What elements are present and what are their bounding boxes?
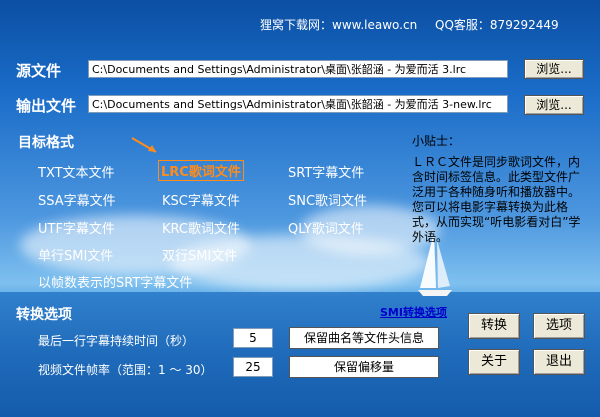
format-srt[interactable]: SRT字幕文件 — [288, 162, 364, 181]
source-file-label: 源文件 — [16, 62, 62, 80]
format-utf[interactable]: UTF字幕文件 — [38, 218, 115, 237]
main-window: 狸窝下载网：www.leawo.cn QQ客服：879292449 源文件 C:… — [0, 0, 600, 417]
tips-title: 小贴士： — [412, 134, 461, 148]
target-format-label: 目标格式 — [18, 135, 74, 151]
about-button[interactable]: 关于 — [468, 349, 520, 375]
source-browse-button[interactable]: 浏览... — [524, 59, 584, 79]
format-ssa[interactable]: SSA字幕文件 — [38, 190, 116, 209]
arrow-pointer-icon — [131, 137, 157, 153]
format-ksc[interactable]: KSC字幕文件 — [162, 190, 240, 209]
format-double-smi[interactable]: 双行SMI文件 — [162, 245, 237, 264]
last-line-duration-input[interactable]: 5 — [233, 328, 273, 348]
format-krc[interactable]: KRC歌词文件 — [162, 218, 240, 237]
output-file-input[interactable]: C:\Documents and Settings\Administrator\… — [88, 95, 508, 113]
download-site-text: 狸窝下载网：www.leawo.cn — [260, 18, 418, 32]
format-qly[interactable]: QLY歌词文件 — [288, 218, 364, 237]
tips-text: ＬＲＣ文件是同步歌词文件，内含时间标签信息。此类型文件广泛用于各种随身听和播放器… — [412, 155, 581, 244]
exit-button[interactable]: 退出 — [533, 349, 585, 375]
format-lrc-selected[interactable]: LRC歌词文件 — [158, 160, 244, 181]
header-info: 狸窝下载网：www.leawo.cn QQ客服：879292449 — [260, 16, 573, 33]
format-txt[interactable]: TXT文本文件 — [38, 162, 115, 181]
convert-button[interactable]: 转换 — [468, 313, 520, 339]
tips-panel: 小贴士： ＬＲＣ文件是同步歌词文件，内含时间标签信息。此类型文件广泛用于各种随身… — [412, 134, 582, 245]
format-frame-srt[interactable]: 以帧数表示的SRT字幕文件 — [38, 272, 192, 291]
qq-service-text: QQ客服：879292449 — [435, 18, 559, 32]
format-single-smi[interactable]: 单行SMI文件 — [38, 245, 113, 264]
framerate-label: 视频文件帧率（范围：1 ～ 30） — [38, 363, 213, 377]
source-file-input[interactable]: C:\Documents and Settings\Administrator\… — [88, 60, 508, 78]
output-file-label: 输出文件 — [16, 97, 77, 115]
keep-header-button[interactable]: 保留曲名等文件头信息 — [289, 327, 439, 349]
keep-offset-button[interactable]: 保留偏移量 — [289, 356, 439, 378]
output-browse-button[interactable]: 浏览... — [524, 95, 584, 115]
smi-options-link[interactable]: SMI转换选项 — [380, 304, 447, 320]
framerate-input[interactable]: 25 — [233, 357, 273, 377]
options-button[interactable]: 选项 — [533, 313, 585, 339]
last-line-duration-label: 最后一行字幕持续时间（秒） — [38, 334, 195, 348]
format-snc[interactable]: SNC歌词文件 — [288, 190, 367, 209]
conversion-options-label: 转换选项 — [16, 307, 72, 323]
